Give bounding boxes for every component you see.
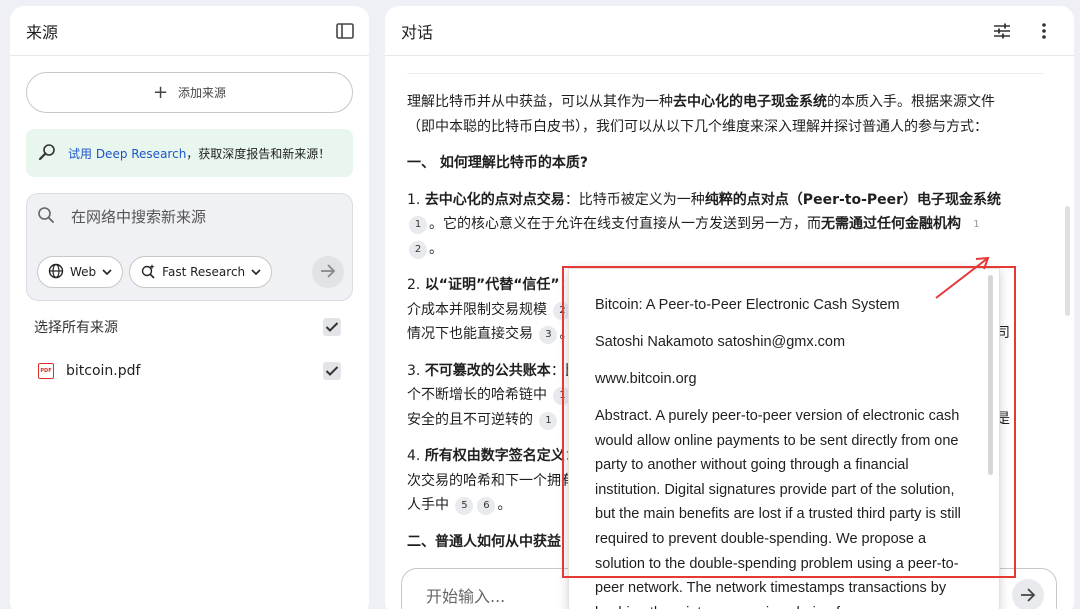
globe-icon [48,263,64,282]
chat-header: 对话 [385,6,1074,56]
deep-research-link[interactable]: 试用 Deep Research [68,147,186,161]
search-sparkle-icon [38,143,56,164]
sparkle-search-icon [140,263,156,282]
add-source-label: 添加来源 [178,86,227,100]
citation-chip[interactable]: 2 [409,240,427,259]
tune-settings-icon[interactable] [990,19,1014,43]
chat-title: 对话 [401,22,434,42]
select-all-checkbox[interactable] [323,318,341,336]
more-vert-icon[interactable] [1032,19,1056,43]
section-heading: 一、 如何理解比特币的本质? [407,155,588,171]
research-chip-label: Fast Research [162,265,246,279]
pdf-file-icon: PDF [38,363,54,379]
submit-search-button[interactable] [312,256,344,288]
web-chip-label: Web [70,265,97,279]
send-button[interactable] [1012,579,1044,609]
research-mode-dropdown[interactable]: Fast Research [129,256,273,288]
citation-chip[interactable]: 5 [455,497,474,515]
intro-paragraph: 理解比特币并从中获益，可以从其作为一种去中心化的电子现金系统的本质入手。根据来源… [407,94,995,135]
list-item-1: 1. 去中心化的点对点交易：比特币被定义为一种纯粹的点对点（Peer-to-Pe… [407,191,1002,259]
select-all-label: 选择所有来源 [34,320,118,336]
sources-header: 来源 [10,6,369,56]
citation-chip[interactable]: 1 [409,216,427,234]
plus-icon: + [152,81,169,103]
sources-panel: 来源 + 添加来源 试用 Deep Research，获取深度报告和新来源！ W… [10,6,369,609]
sources-title: 来源 [26,22,59,42]
citation-chip[interactable]: 1 [539,411,558,430]
add-source-button[interactable]: + 添加来源 [26,72,353,113]
source-item[interactable]: PDF bitcoin.pdf [38,357,369,385]
source-checkbox[interactable] [323,362,341,380]
annotation-highlight-box [562,266,1016,578]
citation-chip[interactable]: 3 [539,326,558,344]
web-search-box: Web Fast Research [26,193,353,301]
search-icon [37,206,55,228]
chevron-down-icon [251,265,261,279]
collapse-panel-icon[interactable] [333,19,357,43]
deep-research-banner[interactable]: 试用 Deep Research，获取深度报告和新来源！ [26,129,353,177]
source-name: bitcoin.pdf [66,363,141,379]
chat-scrollbar[interactable] [1065,206,1070,316]
chevron-down-icon [102,265,112,279]
divider [407,73,1044,74]
citation-chip[interactable]: 6 [477,497,496,515]
deep-research-text: ，获取深度报告和新来源！ [186,146,331,161]
select-all-row: 选择所有来源 [34,313,369,341]
web-search-input[interactable] [71,208,331,226]
arrow-right-icon [320,263,336,282]
web-source-dropdown[interactable]: Web [37,256,124,288]
annotation-arrow-icon [935,256,990,299]
citation-chip[interactable]: 1 [967,216,985,234]
